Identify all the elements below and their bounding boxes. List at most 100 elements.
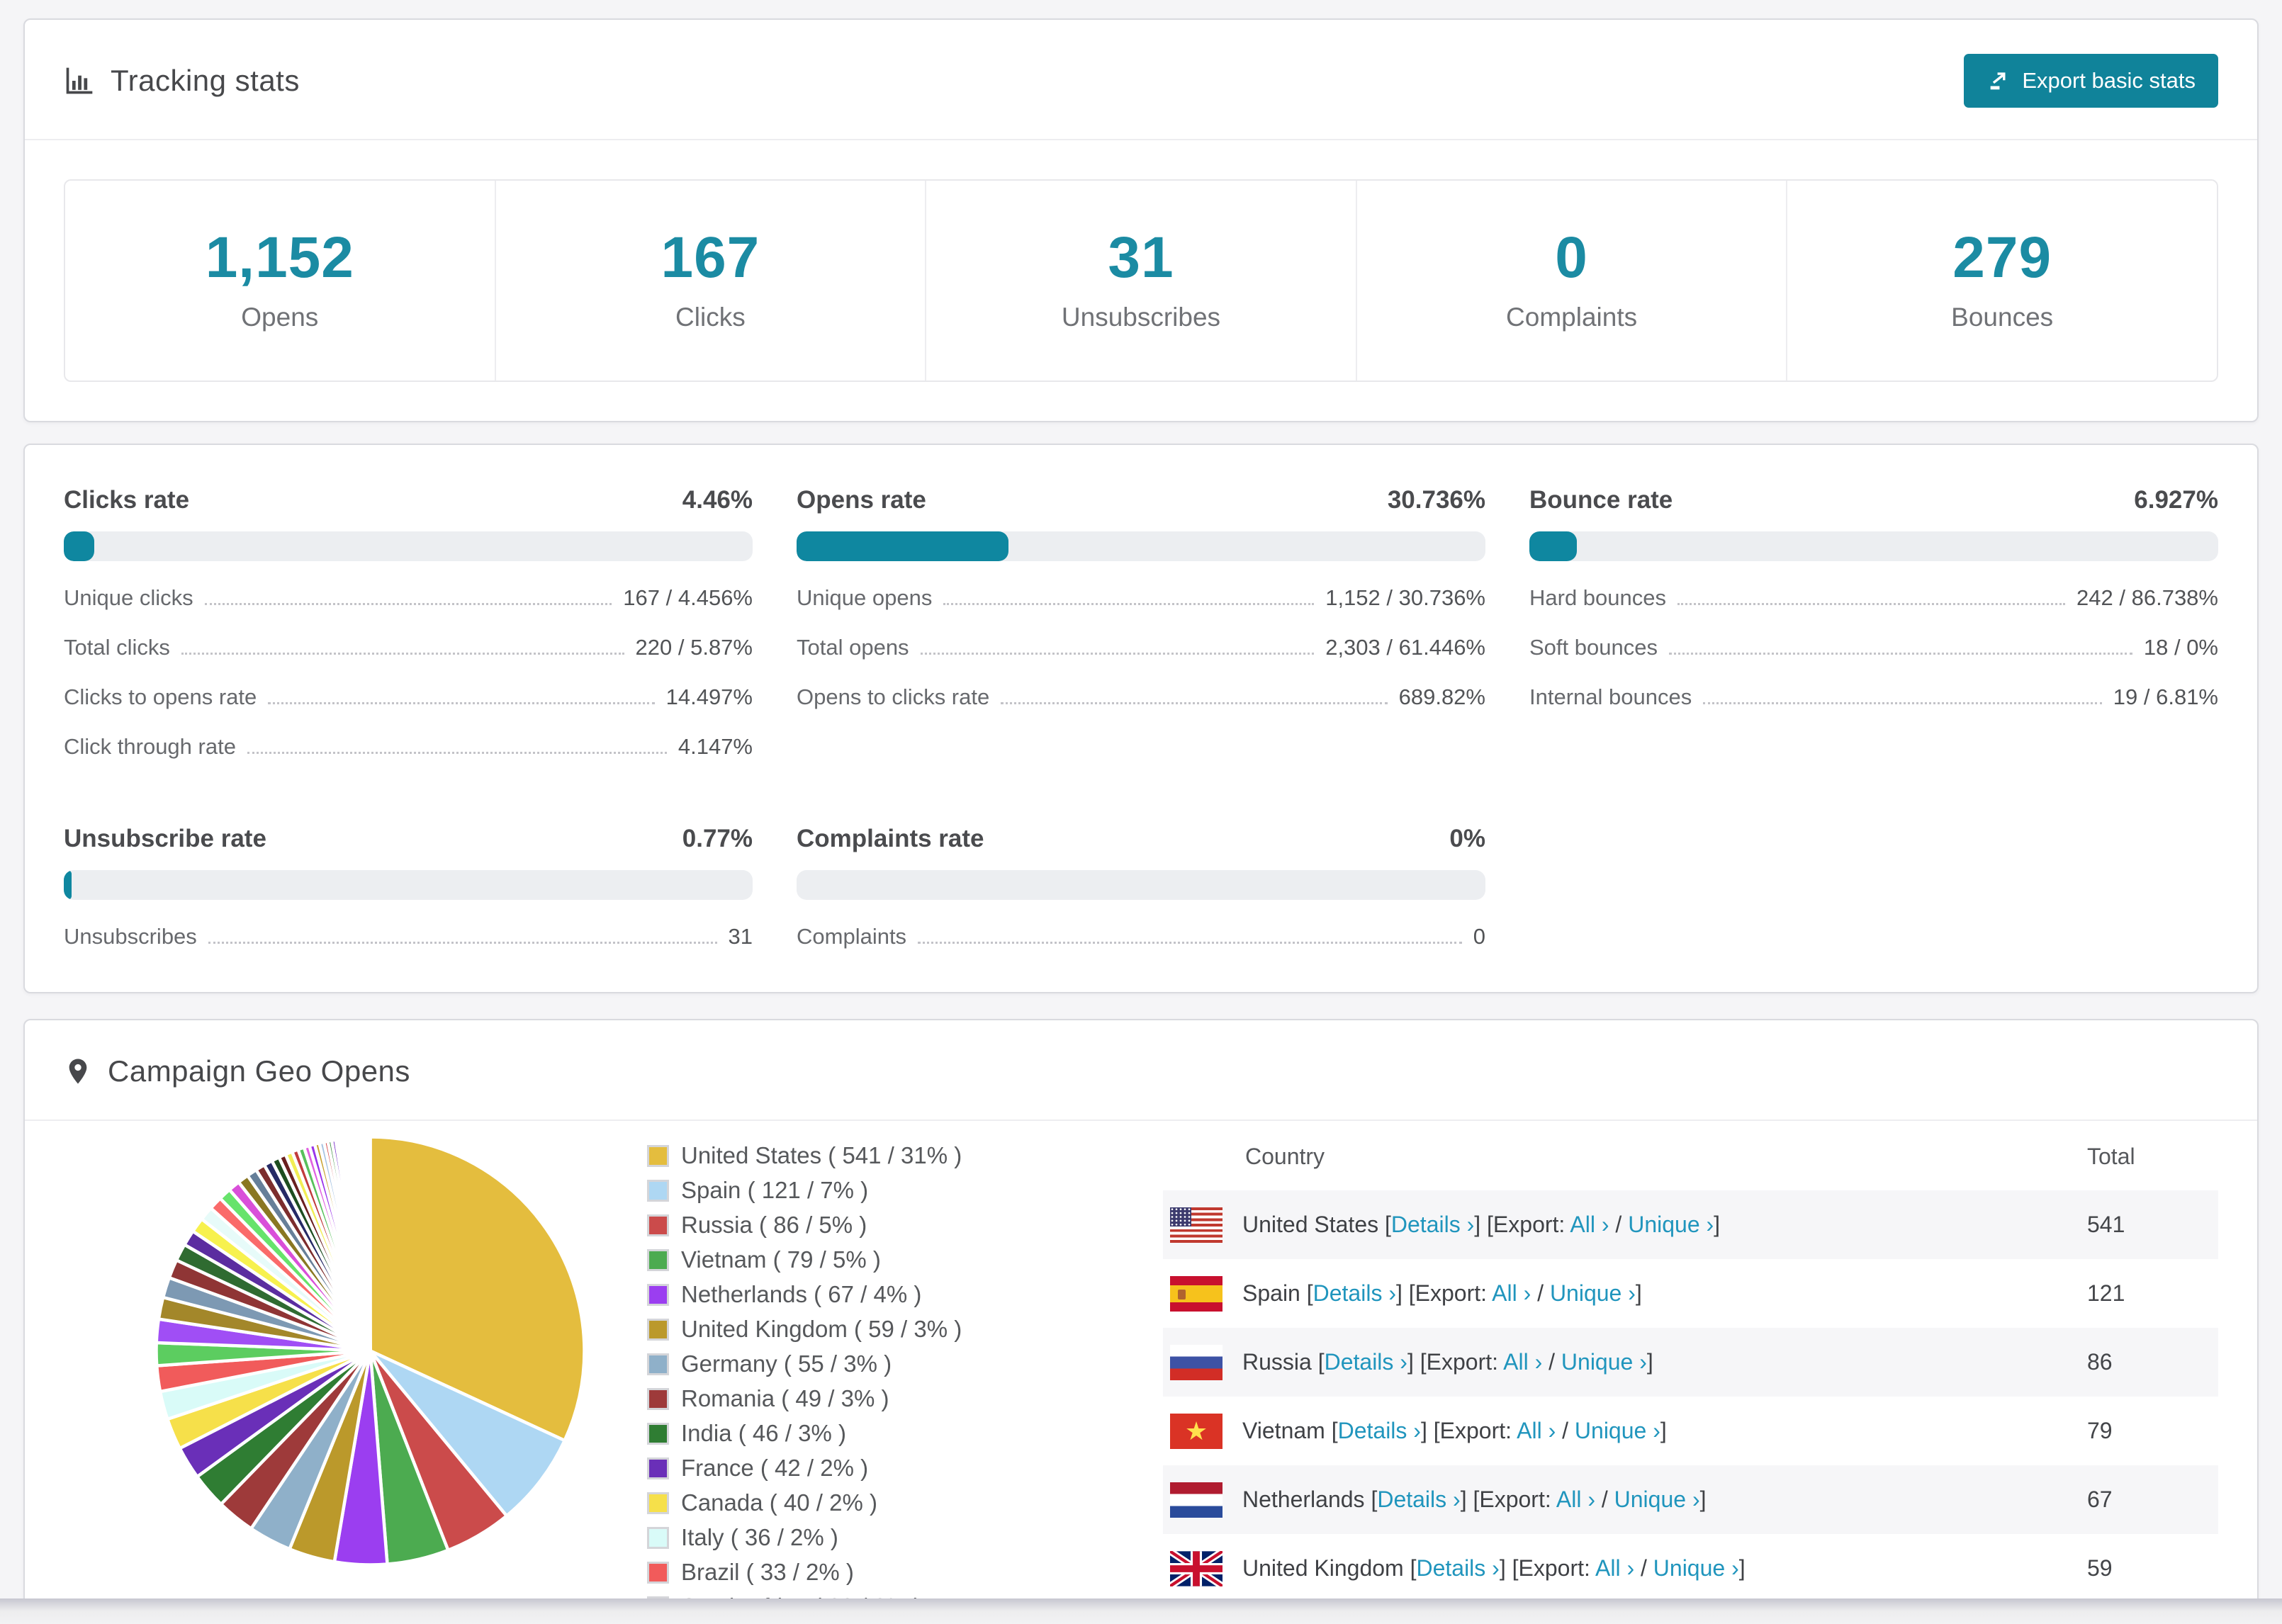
- legend-swatch: [647, 1144, 669, 1167]
- stats-summary-box: 1,152 Opens 167 Clicks 31 Unsubscribes 0 Compla…: [64, 179, 2218, 382]
- dotted-leader: [247, 752, 667, 754]
- rate-detail-label: Click through rate: [64, 734, 236, 759]
- geo-total-cell: 541: [2087, 1212, 2125, 1237]
- dotted-leader: [943, 603, 1315, 605]
- stat-label: Clicks: [675, 303, 746, 332]
- rate-value: 30.736%: [1387, 486, 1485, 514]
- legend-item: Spain ( 121 / 7% ): [647, 1177, 1044, 1204]
- export-unique-link[interactable]: Unique ›: [1575, 1418, 1660, 1443]
- rate-detail-row: Opens to clicks rate 689.82%: [797, 684, 1485, 710]
- geo-country-cell: United Kingdom [Details ›] [Export: All …: [1242, 1555, 1746, 1581]
- geo-title: Campaign Geo Opens: [108, 1054, 410, 1088]
- legend-swatch: [647, 1179, 669, 1202]
- country-column-header: Country: [1245, 1143, 1325, 1169]
- details-link[interactable]: Details ›: [1325, 1349, 1407, 1375]
- details-link[interactable]: Details ›: [1313, 1280, 1396, 1306]
- rate-card-header: Bounce rate 6.927%: [1529, 486, 2218, 514]
- total-column-header: Total: [2087, 1143, 2135, 1169]
- geo-country-cell: United States [Details ›] [Export: All ›…: [1242, 1212, 1721, 1237]
- legend-swatch: [647, 1387, 669, 1410]
- legend-swatch: [647, 1318, 669, 1341]
- rate-detail-value: 689.82%: [1398, 684, 1485, 709]
- export-all-link[interactable]: All ›: [1595, 1555, 1634, 1581]
- progress-bar-track: [797, 870, 1485, 900]
- export-unique-link[interactable]: Unique ›: [1561, 1349, 1647, 1375]
- legend-label: Germany ( 55 / 3% ): [681, 1350, 892, 1377]
- legend-swatch: [647, 1214, 669, 1236]
- rate-detail-rows: Unsubscribes 31: [64, 924, 753, 949]
- dotted-leader: [920, 653, 1315, 655]
- export-all-link[interactable]: All ›: [1517, 1418, 1556, 1443]
- legend-item: Romania ( 49 / 3% ): [647, 1385, 1044, 1412]
- progress-bar-fill: [1529, 531, 1578, 561]
- rate-value: 4.46%: [682, 486, 753, 514]
- details-link[interactable]: Details ›: [1391, 1212, 1474, 1237]
- rate-title: Unsubscribe rate: [64, 825, 266, 852]
- geo-country-cell: Netherlands [Details ›] [Export: All › /…: [1242, 1487, 1707, 1512]
- legend-item: Netherlands ( 67 / 4% ): [647, 1281, 1044, 1308]
- geo-pie-chart: [149, 1129, 592, 1576]
- dotted-leader: [181, 653, 624, 655]
- geo-total-cell: 59: [2087, 1555, 2113, 1581]
- dotted-leader: [1001, 702, 1388, 704]
- geo-table-header: Country Total: [1163, 1122, 2218, 1190]
- viewport-bottom-shade: [0, 1598, 2282, 1624]
- rate-card: Clicks rate 4.46% Unique clicks 167 / 4.456…: [64, 486, 753, 760]
- rate-detail-value: 220 / 5.87%: [635, 635, 753, 660]
- legend-swatch: [647, 1353, 669, 1375]
- rate-detail-label: Unsubscribes: [64, 924, 197, 949]
- export-unique-link[interactable]: Unique ›: [1653, 1555, 1739, 1581]
- tracking-stats-header: Tracking stats Export basic stats: [25, 20, 2257, 139]
- legend-swatch: [647, 1248, 669, 1271]
- campaign-geo-opens-card: Campaign Geo Opens United States ( 541 /…: [23, 1019, 2259, 1624]
- legend-item: Russia ( 86 / 5% ): [647, 1212, 1044, 1239]
- tracking-stats-body: 1,152 Opens 167 Clicks 31 Unsubscribes 0 Compla…: [25, 140, 2257, 421]
- export-basic-stats-button[interactable]: Export basic stats: [1964, 54, 2218, 108]
- export-unique-link[interactable]: Unique ›: [1614, 1487, 1700, 1512]
- rate-detail-label: Internal bounces: [1529, 684, 1692, 709]
- export-all-link[interactable]: All ›: [1556, 1487, 1595, 1512]
- rates-grid: Clicks rate 4.46% Unique clicks 167 / 4.456…: [64, 486, 2218, 949]
- rate-card-header: Opens rate 30.736%: [797, 486, 1485, 514]
- dotted-leader: [1677, 603, 2066, 605]
- geo-table-row: United Kingdom [Details ›] [Export: All …: [1163, 1534, 2218, 1603]
- rate-detail-row: Unsubscribes 31: [64, 924, 753, 949]
- rate-value: 0.77%: [682, 825, 753, 852]
- progress-bar-fill: [797, 531, 1008, 561]
- details-link[interactable]: Details ›: [1338, 1418, 1421, 1443]
- legend-item: Brazil ( 33 / 2% ): [647, 1559, 1044, 1586]
- geo-header: Campaign Geo Opens: [25, 1020, 2257, 1120]
- stat-value: 1,152: [205, 225, 354, 290]
- geo-table-rows: United States [Details ›] [Export: All ›…: [1163, 1190, 2218, 1624]
- progress-bar-fill: [64, 531, 95, 561]
- vn-flag-icon: ★: [1170, 1413, 1222, 1449]
- rate-detail-value: 1,152 / 30.736%: [1325, 585, 1485, 610]
- export-all-link[interactable]: All ›: [1503, 1349, 1542, 1375]
- progress-bar-track: [1529, 531, 2218, 561]
- rate-card-header: Clicks rate 4.46%: [64, 486, 753, 514]
- progress-bar-track: [64, 531, 753, 561]
- export-unique-link[interactable]: Unique ›: [1628, 1212, 1714, 1237]
- dotted-leader: [1703, 702, 2102, 704]
- legend-swatch: [647, 1457, 669, 1479]
- dotted-leader: [268, 702, 655, 704]
- details-link[interactable]: Details ›: [1416, 1555, 1499, 1581]
- progress-bar-fill: [64, 870, 72, 900]
- stat-label: Opens: [241, 303, 319, 332]
- rate-value: 0%: [1449, 825, 1485, 852]
- legend-swatch: [647, 1283, 669, 1306]
- export-all-link[interactable]: All ›: [1570, 1212, 1609, 1237]
- nl-flag-icon: [1170, 1482, 1222, 1518]
- export-all-link[interactable]: All ›: [1492, 1280, 1531, 1306]
- legend-item: Italy ( 36 / 2% ): [647, 1524, 1044, 1551]
- geo-country-cell: Russia [Details ›] [Export: All › / Uniq…: [1242, 1349, 1653, 1375]
- export-unique-link[interactable]: Unique ›: [1550, 1280, 1636, 1306]
- rate-detail-value: 31: [728, 924, 753, 949]
- details-link[interactable]: Details ›: [1377, 1487, 1460, 1512]
- rate-detail-rows: Complaints 0: [797, 924, 1485, 949]
- stat-label: Unsubscribes: [1061, 303, 1221, 332]
- geo-body: United States ( 541 / 31% ) Spain ( 121 /…: [25, 1121, 2257, 1624]
- dotted-leader: [204, 603, 612, 605]
- rate-detail-label: Hard bounces: [1529, 585, 1667, 610]
- legend-item: Germany ( 55 / 3% ): [647, 1350, 1044, 1377]
